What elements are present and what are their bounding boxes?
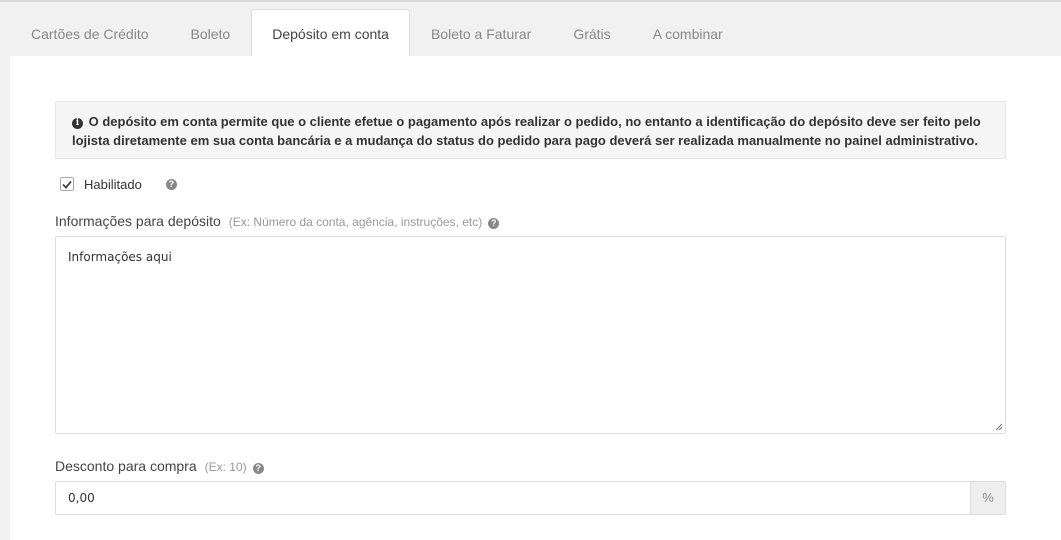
deposit-info-label-row: Informações para depósito (Ex: Número da … xyxy=(55,213,500,229)
info-circle-icon: i xyxy=(72,118,83,129)
discount-label: Desconto para compra xyxy=(55,458,197,474)
deposit-info-text[interactable]: Informações aqui xyxy=(68,250,172,264)
tab-a-combinar[interactable]: A combinar xyxy=(632,9,744,56)
info-alert: i O depósito em conta permite que o clie… xyxy=(55,101,1006,159)
question-circle-icon[interactable]: ? xyxy=(165,178,177,190)
info-alert-text: O depósito em conta permite que o client… xyxy=(72,114,981,148)
discount-input-group: 0,00 % xyxy=(55,481,1006,515)
tab-deposito-em-conta[interactable]: Depósito em conta xyxy=(251,9,410,57)
tab-boleto-a-faturar[interactable]: Boleto a Faturar xyxy=(410,9,552,56)
checkmark-icon xyxy=(62,180,72,189)
enabled-label[interactable]: Habilitado xyxy=(84,177,142,192)
deposit-info-hint: (Ex: Número da conta, agência, instruçõe… xyxy=(228,215,483,229)
question-circle-icon[interactable]: ? xyxy=(252,463,264,474)
tab-boleto[interactable]: Boleto xyxy=(170,9,252,56)
resize-grip-icon[interactable] xyxy=(995,423,1003,431)
discount-label-row: Desconto para compra (Ex: 10)? xyxy=(55,458,264,474)
tab-panel-deposito: i O depósito em conta permite que o clie… xyxy=(10,56,1061,540)
discount-hint: (Ex: 10) xyxy=(204,460,247,474)
payment-tabs: Cartões de Crédito Boleto Depósito em co… xyxy=(10,9,1061,57)
question-circle-icon[interactable]: ? xyxy=(488,218,500,229)
tab-gratis[interactable]: Grátis xyxy=(552,9,631,56)
deposit-info-textarea[interactable]: Informações aqui xyxy=(55,236,1006,434)
discount-input[interactable]: 0,00 xyxy=(56,482,970,514)
enabled-checkbox[interactable] xyxy=(60,177,74,191)
enabled-row: Habilitado ? xyxy=(60,175,177,193)
deposit-info-label: Informações para depósito xyxy=(55,213,221,229)
percent-addon: % xyxy=(970,482,1005,514)
top-border xyxy=(0,0,1061,2)
tab-cartoes-de-credito[interactable]: Cartões de Crédito xyxy=(10,9,170,56)
